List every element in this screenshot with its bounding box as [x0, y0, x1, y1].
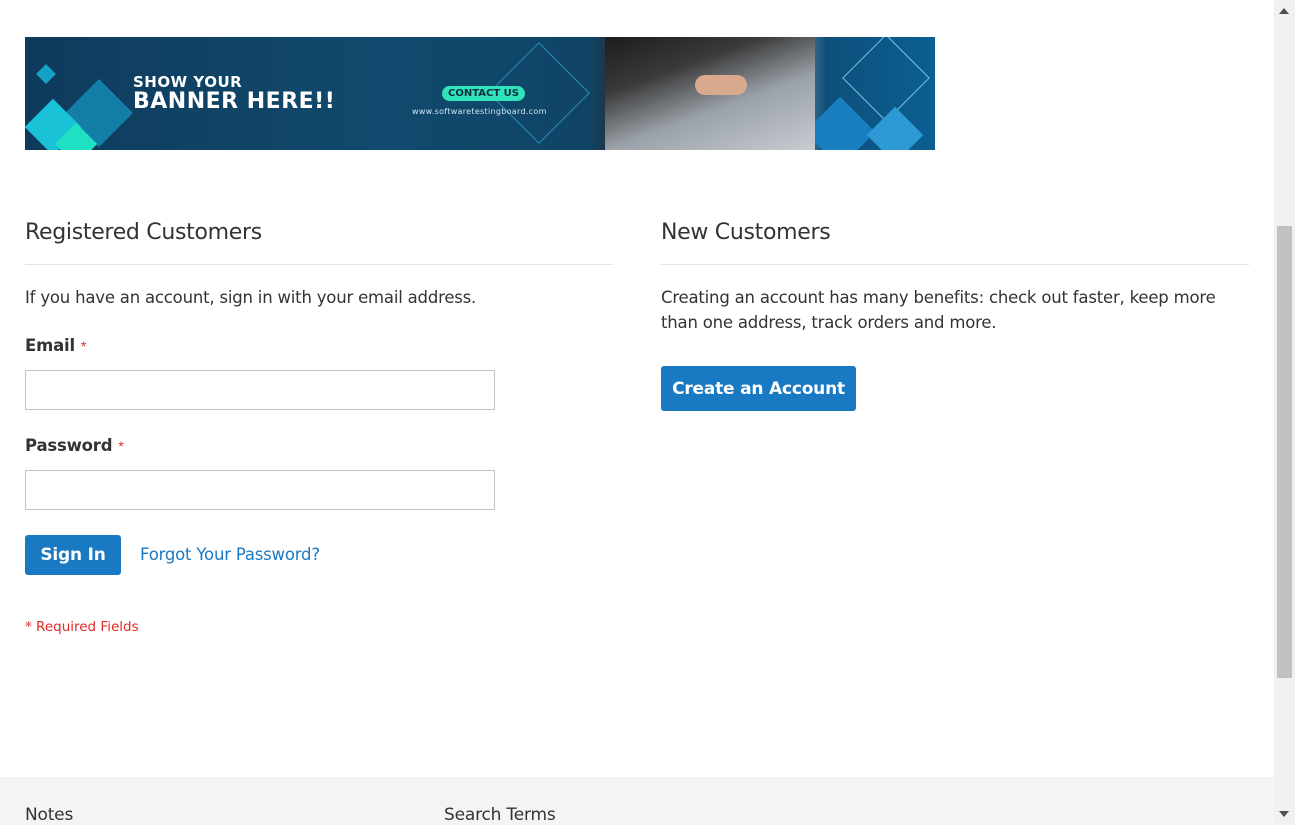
password-label: Password — [25, 436, 113, 455]
scroll-up-arrow-icon[interactable] — [1279, 8, 1289, 14]
footer: Notes Search Terms — [0, 777, 1274, 825]
required-indicator: * — [118, 438, 124, 454]
email-label-row: Email * — [25, 336, 86, 356]
required-fields-note: * Required Fields — [25, 619, 139, 635]
scroll-thumb[interactable] — [1277, 226, 1292, 678]
banner-site-url: www.softwaretestingboard.com — [412, 107, 547, 116]
banner-decor-diamond — [866, 106, 924, 150]
banner-hands — [695, 75, 747, 95]
scroll-down-arrow-icon[interactable] — [1279, 811, 1289, 817]
footer-link-notes[interactable]: Notes — [25, 805, 73, 825]
email-label: Email — [25, 336, 75, 355]
login-intro-text: If you have an account, sign in with you… — [25, 288, 477, 307]
promo-banner[interactable]: SHOW YOUR BANNER HERE!! CONTACT US www.s… — [25, 37, 935, 150]
create-account-button[interactable]: Create an Account — [661, 366, 856, 411]
password-label-row: Password * — [25, 436, 124, 456]
email-field[interactable] — [25, 370, 495, 410]
sign-in-button[interactable]: Sign In — [25, 535, 121, 575]
banner-decor-diamond — [842, 37, 930, 122]
registered-customers-title: Registered Customers — [25, 218, 613, 265]
new-customers-title: New Customers — [661, 218, 1249, 265]
new-customers-block: New Customers Creating an account has ma… — [661, 218, 1249, 335]
banner-heading-line2: BANNER HERE!! — [133, 89, 336, 114]
registered-customers-block: Registered Customers If you have an acco… — [25, 218, 613, 310]
password-field[interactable] — [25, 470, 495, 510]
page-scrollbar[interactable] — [1274, 0, 1295, 825]
forgot-password-link[interactable]: Forgot Your Password? — [140, 545, 320, 564]
register-intro-text: Creating an account has many benefits: c… — [661, 288, 1216, 332]
footer-link-search-terms[interactable]: Search Terms — [444, 805, 556, 825]
required-indicator: * — [80, 338, 87, 354]
banner-contact-badge: CONTACT US — [442, 86, 525, 101]
banner-decor-diamond — [36, 64, 56, 84]
page: SHOW YOUR BANNER HERE!! CONTACT US www.s… — [0, 0, 1274, 825]
banner-decor-diamond — [804, 96, 876, 150]
